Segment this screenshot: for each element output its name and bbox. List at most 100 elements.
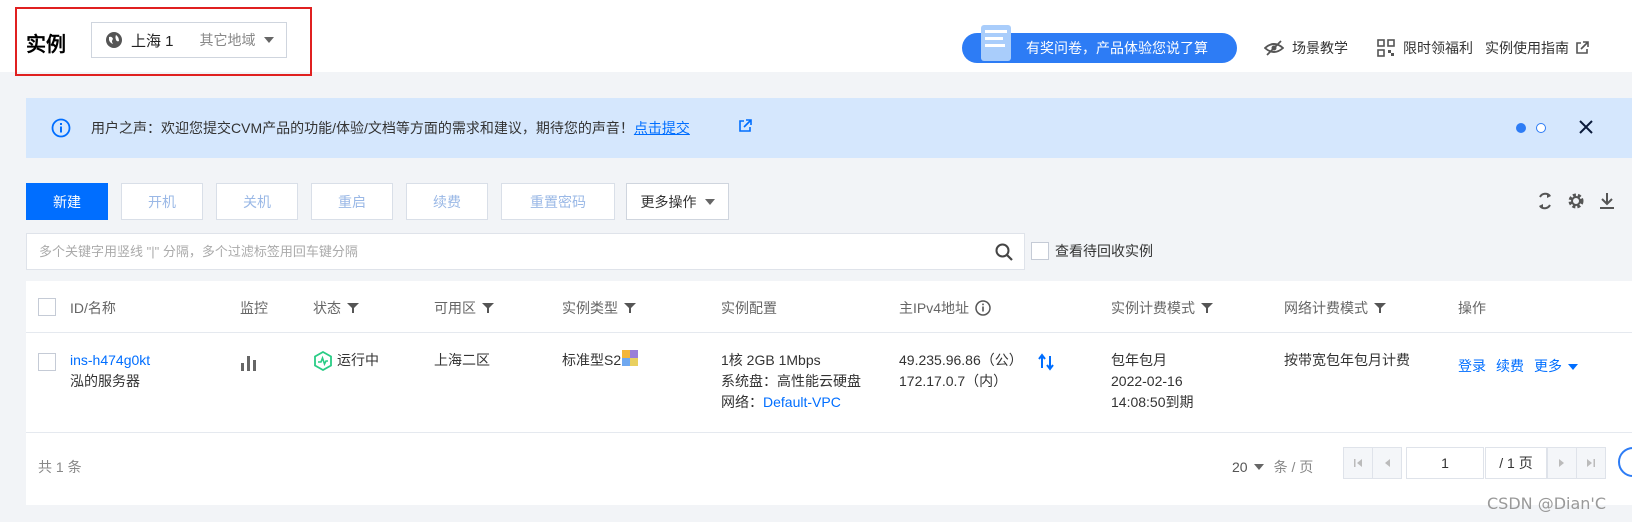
qrcode-icon [1377,39,1395,57]
next-page-button[interactable] [1547,447,1577,479]
refresh-icon[interactable] [1536,191,1554,211]
first-page-icon [1354,459,1362,467]
recycle-filter: 查看待回收实例 [1031,241,1153,261]
more-action[interactable]: 更多 [1534,356,1562,377]
column-zone[interactable]: 可用区 [434,298,494,318]
status-cell: 运行中 [313,350,379,371]
page-number-input[interactable] [1406,447,1484,479]
recycle-label: 查看待回收实例 [1055,243,1153,259]
config-disk: 系统盘：高性能云硬盘 [721,373,861,389]
recycle-checkbox[interactable] [1031,242,1049,260]
instance-id-cell: ins-h474g0kt 泓的服务器 [70,350,150,392]
page-size-unit: 条 / 页 [1273,459,1314,475]
config-network: 网络：Default-VPC [721,394,841,410]
prev-page-button[interactable] [1372,447,1402,479]
external-link-icon [1576,41,1589,54]
external-link-icon[interactable] [738,119,752,133]
net-billing-cell: 按带宽包年包月计费 [1284,352,1410,368]
config-spec: 1核 2GB 1Mbps [721,352,821,368]
download-icon[interactable] [1598,191,1616,211]
column-monitor: 监控 [240,300,268,316]
instance-table: ID/名称 监控 状态 可用区 实例类型 实例配置 主IPv4地址 实例计费模式… [26,281,1632,505]
start-button[interactable]: 开机 [121,183,203,220]
highlight-frame [15,7,312,76]
search-box [26,233,1025,270]
document-icon [981,25,1011,61]
table-footer: 共 1 条 20 条 / 页 / 1 页 [26,433,1632,493]
prev-page-icon [1385,459,1390,467]
banner-text: 用户之声：欢迎您提交CVM产品的功能/体验/文档等方面的需求和建议，期待您的声音… [91,120,634,136]
chevron-down-icon[interactable] [1568,363,1578,370]
next-page-icon [1559,459,1564,467]
column-billing[interactable]: 实例计费模式 [1111,298,1213,318]
page-size-select[interactable]: 20 条 / 页 [1232,457,1313,477]
table-row: ins-h474g0kt 泓的服务器 运行中 上海二区 标准型S2 1核 2GB… [26,333,1632,433]
zone-cell: 上海二区 [434,352,490,368]
filter-icon[interactable] [1201,302,1213,314]
filter-icon[interactable] [347,302,359,314]
config-cell: 1核 2GB 1Mbps 系统盘：高性能云硬盘 网络：Default-VPC [721,350,861,413]
type-badge-icon [622,349,639,366]
submit-feedback-link[interactable]: 点击提交 [634,120,690,136]
public-ip: 49.235.96.86（公） [899,352,1023,368]
column-ipv4: 主IPv4地址 [899,298,991,318]
carousel-dot[interactable] [1536,123,1546,133]
renew-button[interactable]: 续费 [406,183,488,220]
column-actions: 操作 [1458,300,1486,316]
feedback-banner: 用户之声：欢迎您提交CVM产品的功能/体验/文档等方面的需求和建议，期待您的声音… [26,98,1632,158]
first-page-button[interactable] [1343,447,1373,479]
table-header: ID/名称 监控 状态 可用区 实例类型 实例配置 主IPv4地址 实例计费模式… [26,281,1632,333]
filter-icon[interactable] [624,302,636,314]
login-action[interactable]: 登录 [1458,356,1486,377]
column-status[interactable]: 状态 [313,298,359,318]
bar-chart-icon[interactable] [240,355,258,371]
close-icon[interactable] [1578,119,1594,135]
actions-cell: 登录 续费 更多 [1458,356,1578,377]
carousel-dot-active[interactable] [1516,123,1526,133]
page-total: / 1 页 [1485,447,1547,479]
stop-button[interactable]: 关机 [216,183,298,220]
benefit-link[interactable]: 限时领福利 [1377,38,1473,58]
type-cell: 标准型S2 [562,349,639,371]
guide-label: 实例使用指南 [1485,40,1569,56]
scene-tutorial-label: 场景教学 [1292,40,1348,56]
ipv4-cell: 49.235.96.86（公） 172.17.0.7（内） [899,350,1023,392]
eye-off-icon [1264,40,1284,56]
instance-name: 泓的服务器 [70,373,140,389]
vpc-link[interactable]: Default-VPC [763,394,841,410]
billing-mode: 包年包月 [1111,352,1167,368]
more-actions-label: 更多操作 [640,193,697,210]
column-type[interactable]: 实例类型 [562,298,636,318]
info-icon[interactable] [975,300,991,316]
chevron-down-icon [704,198,715,205]
more-actions-button[interactable]: 更多操作 [626,183,729,220]
last-page-button[interactable] [1576,447,1606,479]
instance-id-link[interactable]: ins-h474g0kt [70,350,150,371]
watermark: CSDN @Dian'C [1487,494,1606,513]
type-text: 标准型S2 [562,352,622,368]
select-all-checkbox[interactable] [38,298,56,316]
column-id-name: ID/名称 [70,300,116,316]
billing-cell: 包年包月 2022-02-16 14:08:50到期 [1111,350,1194,413]
switch-ip-icon[interactable] [1038,353,1054,371]
restart-button[interactable]: 重启 [311,183,393,220]
billing-expire: 14:08:50到期 [1111,394,1194,410]
renew-action[interactable]: 续费 [1496,356,1524,377]
search-icon[interactable] [994,242,1014,262]
new-instance-button[interactable]: 新建 [26,183,108,220]
survey-text: 有奖问卷，产品体验您说了算 [1026,40,1208,56]
chevron-down-icon [1253,464,1264,470]
scene-tutorial-link[interactable]: 场景教学 [1264,38,1348,58]
reset-password-button[interactable]: 重置密码 [501,183,615,220]
status-text: 运行中 [337,352,379,368]
row-checkbox[interactable] [38,353,56,371]
filter-icon[interactable] [482,302,494,314]
filter-icon[interactable] [1374,302,1386,314]
guide-link[interactable]: 实例使用指南 [1485,38,1597,58]
search-input[interactable] [27,234,947,269]
gear-icon[interactable] [1566,191,1586,211]
running-status-icon [314,350,332,371]
column-net-billing[interactable]: 网络计费模式 [1284,298,1386,318]
private-ip: 172.17.0.7（内） [899,373,1008,389]
column-config: 实例配置 [721,300,777,316]
